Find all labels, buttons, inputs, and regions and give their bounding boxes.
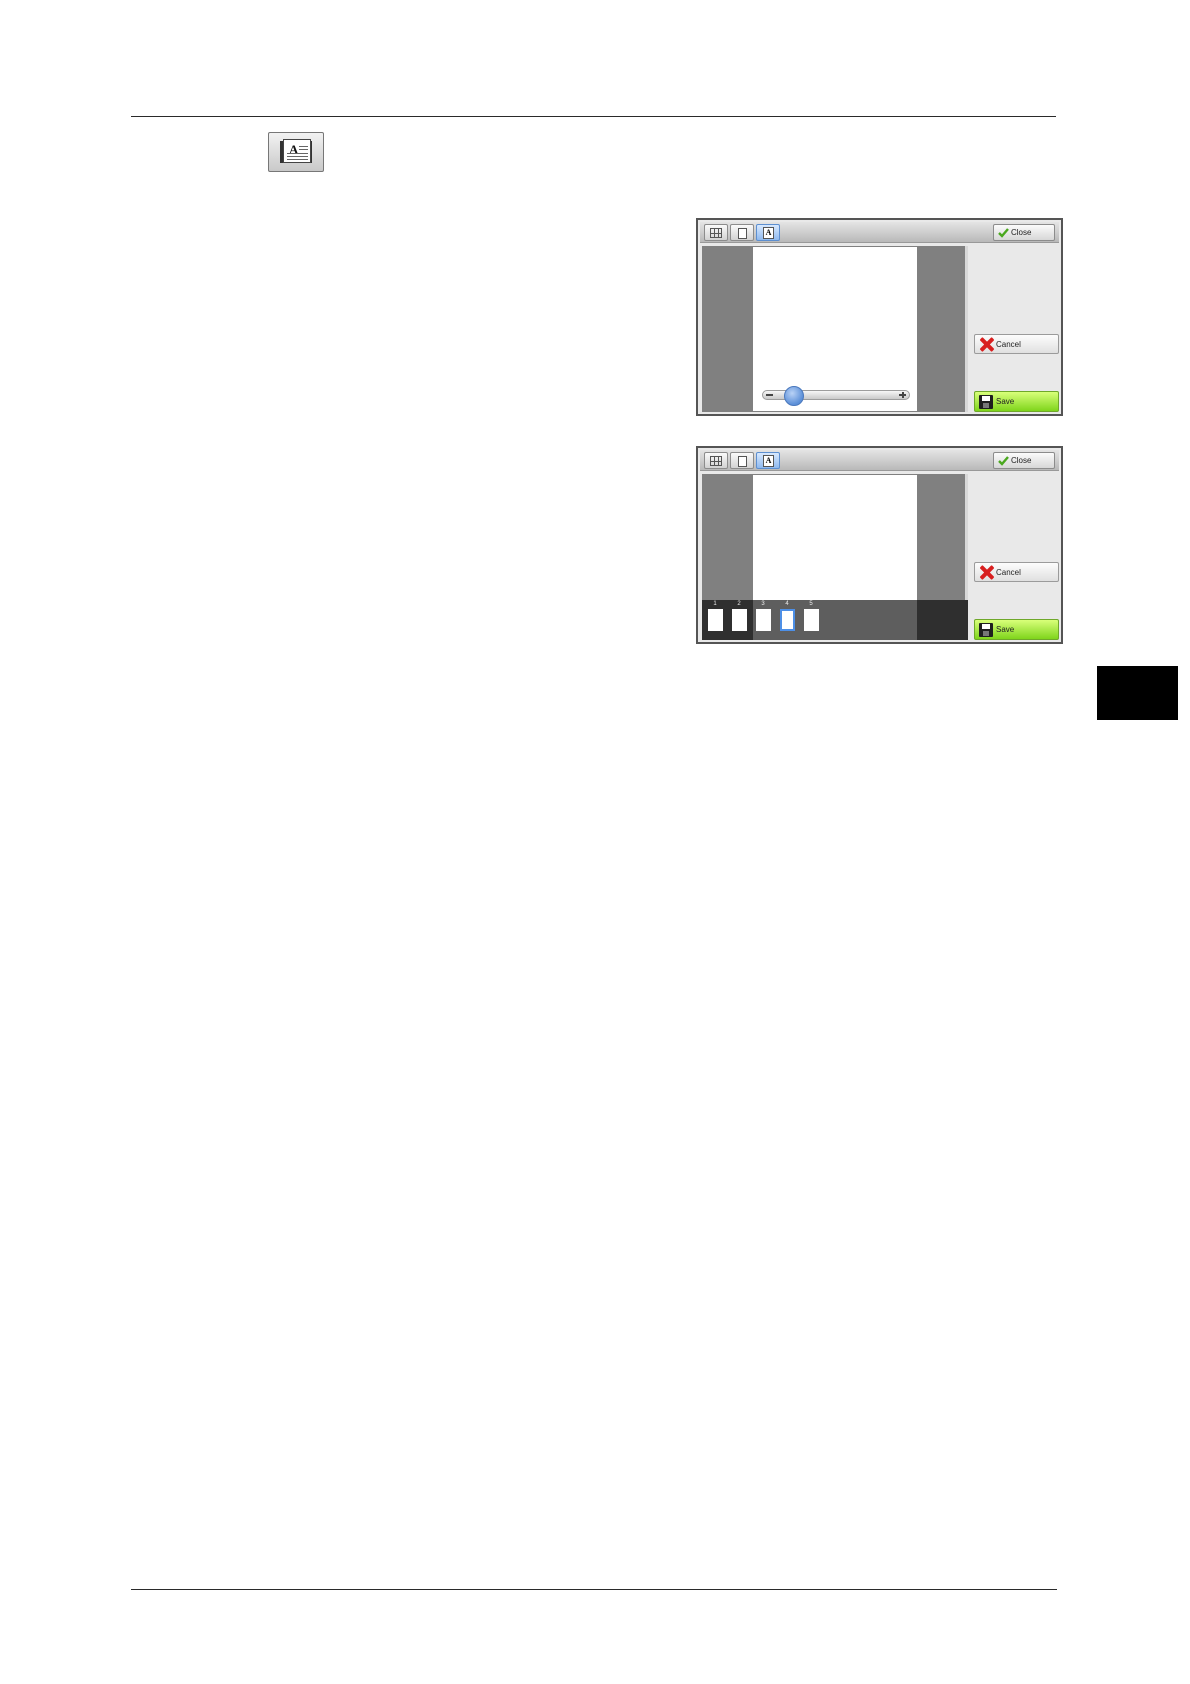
cancel-label: Cancel (996, 568, 1021, 577)
check-icon (998, 228, 1009, 238)
page-view-button[interactable] (730, 452, 754, 469)
text-view-button[interactable]: A (268, 132, 324, 172)
zoom-slider[interactable] (762, 386, 910, 406)
preview-toolbar: A Close (700, 450, 1059, 471)
close-button[interactable]: Close (993, 224, 1055, 241)
page-thumbnail-image (708, 609, 723, 631)
page-thumbnail-number: 2 (737, 601, 741, 607)
zoom-out-icon[interactable] (766, 394, 773, 396)
text-view-button[interactable]: A (756, 224, 780, 241)
preview-page (753, 247, 917, 411)
save-label: Save (996, 625, 1015, 634)
close-label: Close (1011, 228, 1032, 237)
page-preview (702, 246, 968, 412)
preview-scroll-edge (965, 246, 968, 412)
text-view-button[interactable]: A (756, 452, 780, 469)
page-thumbnail-image (804, 609, 819, 631)
chapter-tab (1097, 666, 1178, 720)
grid-view-icon (710, 228, 722, 238)
cancel-label: Cancel (996, 340, 1021, 349)
close-button[interactable]: Close (993, 452, 1055, 469)
close-label: Close (1011, 456, 1032, 465)
cancel-x-icon (979, 337, 995, 352)
save-button[interactable]: Save (974, 391, 1059, 412)
header-rule (131, 116, 1056, 117)
footer-rule (131, 1589, 1057, 1590)
page-thumbnail-image (780, 609, 795, 631)
cancel-button[interactable]: Cancel (974, 334, 1059, 354)
page-thumbnail[interactable]: 3 (754, 600, 772, 640)
grid-view-button[interactable] (704, 452, 728, 469)
page-preview: 1 2 3 4 5 (702, 474, 968, 640)
cancel-button[interactable]: Cancel (974, 562, 1059, 582)
text-view-icon: A (763, 455, 774, 467)
text-view-icon: A (763, 227, 774, 239)
preview-panel-zoom: A Close Cancel Save (696, 218, 1063, 416)
save-disk-icon (979, 623, 993, 637)
grid-view-button[interactable] (704, 224, 728, 241)
page-thumbnail[interactable]: 5 (802, 600, 820, 640)
preview-toolbar: A Close (700, 222, 1059, 243)
page-thumbnail[interactable]: 1 (706, 600, 724, 640)
page-thumbnail-image (756, 609, 771, 631)
page-view-icon (738, 456, 747, 467)
zoom-in-icon-stem (901, 392, 904, 398)
page-view-icon (738, 228, 747, 239)
save-button[interactable]: Save (974, 619, 1059, 640)
document-text-icon: A (283, 139, 311, 163)
save-label: Save (996, 397, 1015, 406)
save-disk-icon (979, 395, 993, 409)
page-thumbnail-number: 4 (785, 601, 789, 607)
page-thumbnail-number: 1 (713, 601, 717, 607)
page-thumbnail-number: 5 (809, 601, 813, 607)
check-icon (998, 456, 1009, 466)
page-thumbnail[interactable]: 4 (778, 600, 796, 640)
page-thumbnail[interactable]: 2 (730, 600, 748, 640)
cancel-x-icon (979, 565, 995, 580)
page-thumbnail-number: 3 (761, 601, 765, 607)
preview-panel-pages: A Close 1 2 3 4 5 Cancel Save (696, 446, 1063, 644)
page-view-button[interactable] (730, 224, 754, 241)
strip-shade-right (917, 600, 968, 640)
page-thumbnail-strip[interactable]: 1 2 3 4 5 (702, 600, 968, 640)
grid-view-icon (710, 456, 722, 466)
page-thumbnail-image (732, 609, 747, 631)
